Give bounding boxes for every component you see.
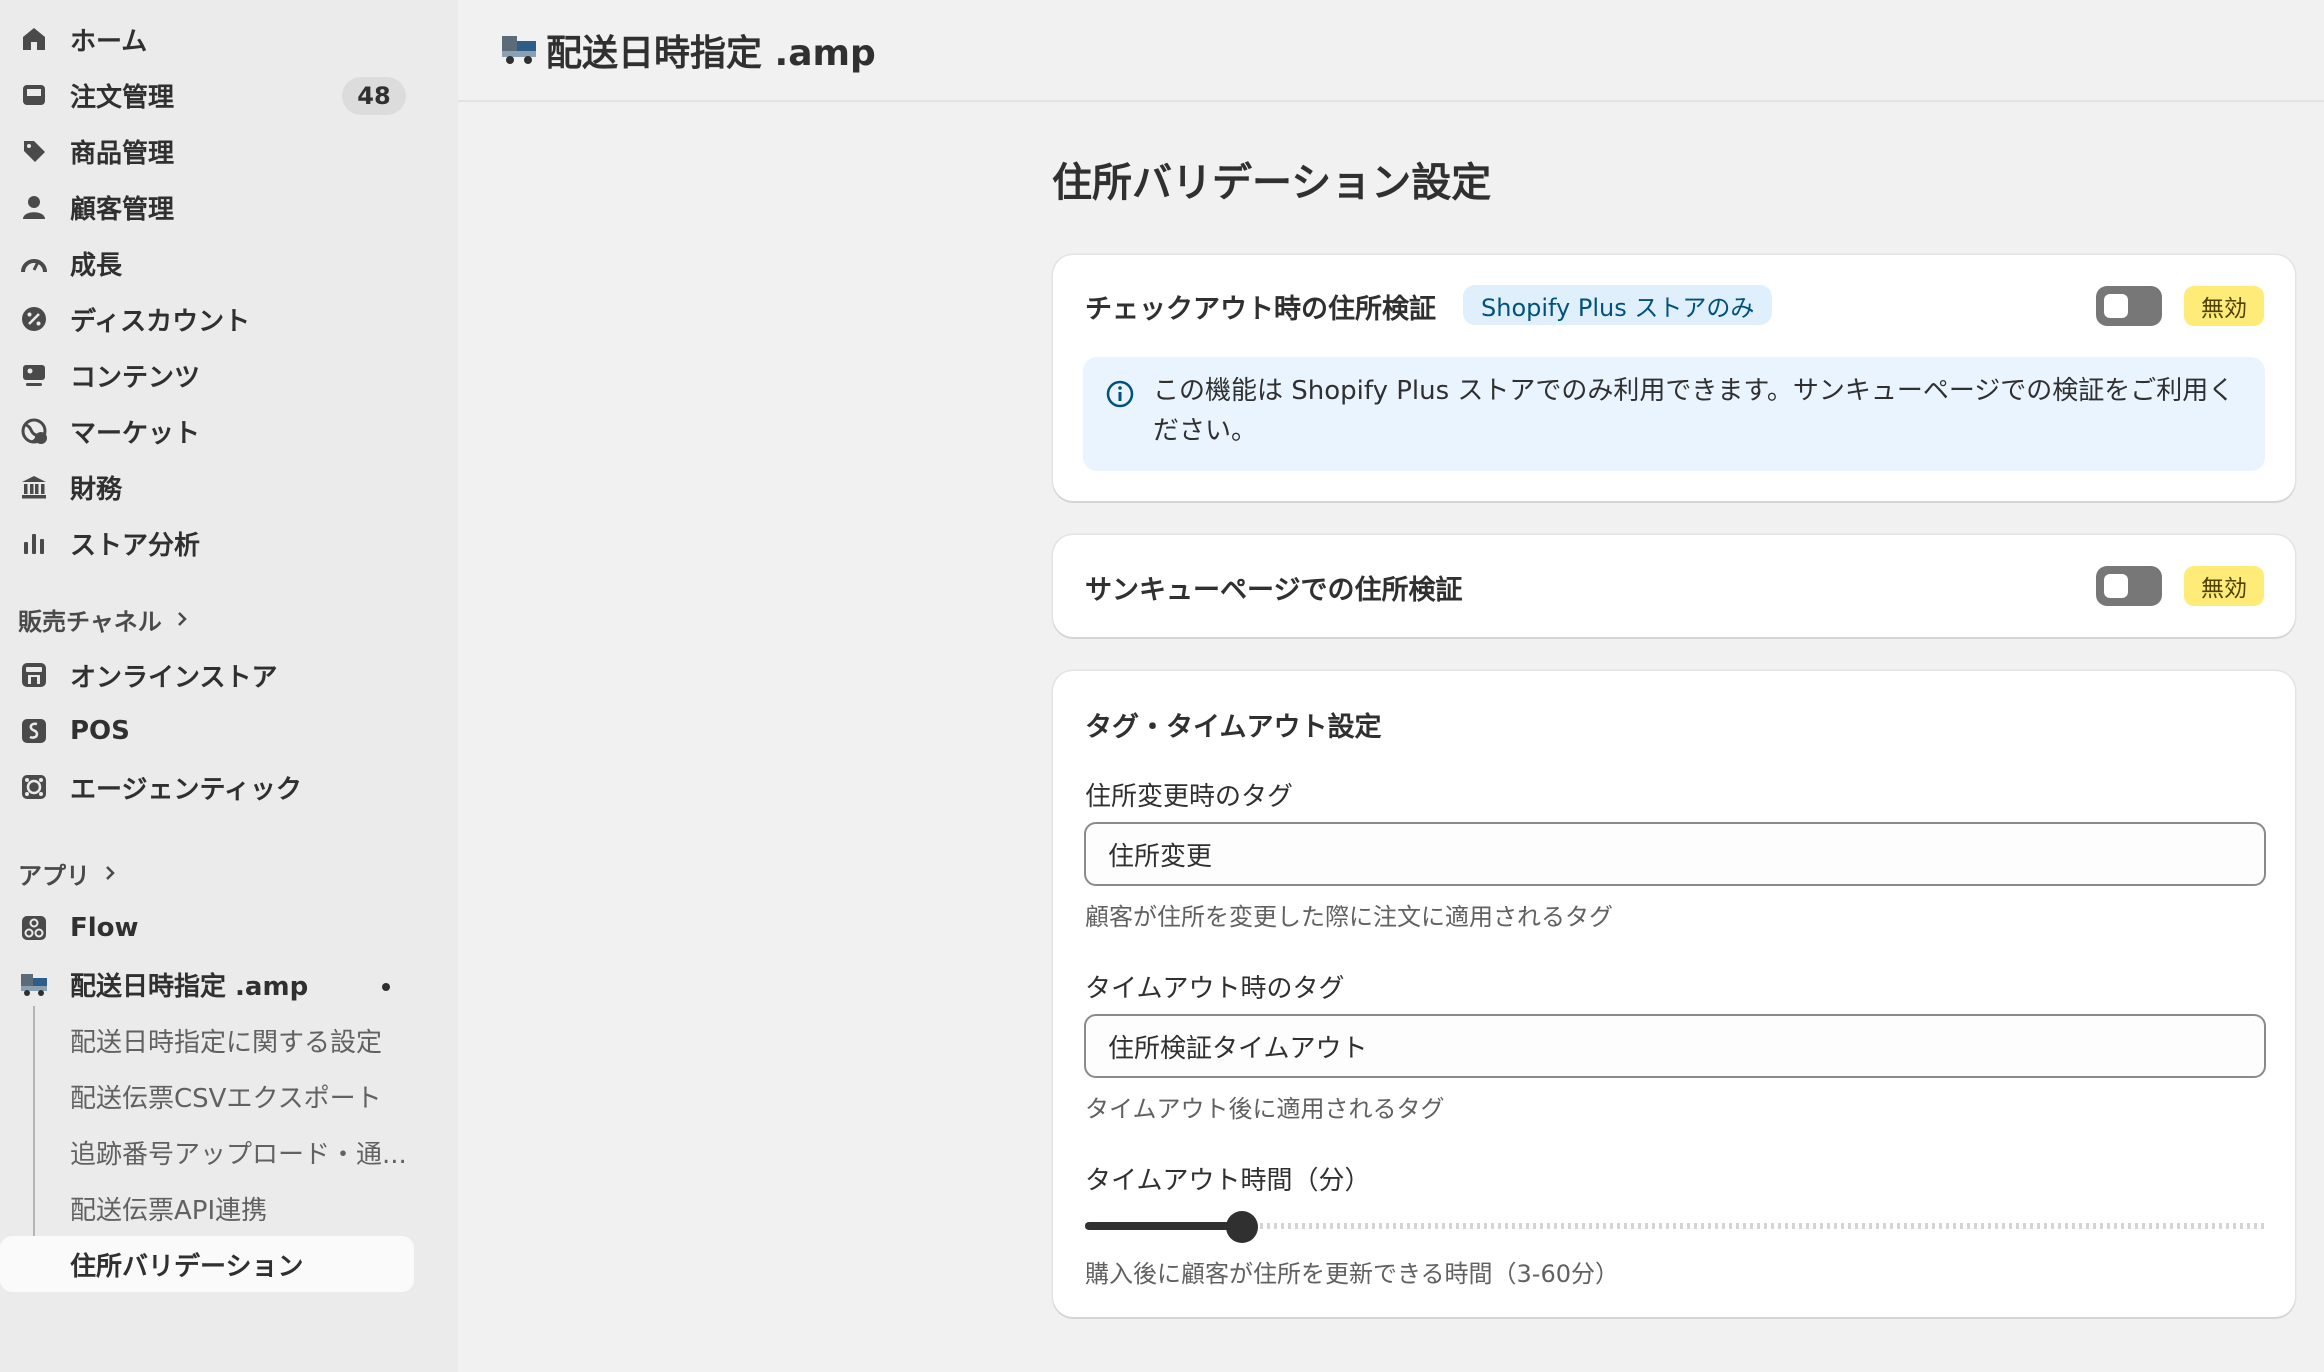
nav-item-flow[interactable]: Flow: [0, 901, 414, 955]
info-banner: この機能は Shopify Plus ストアでのみ利用できます。サンキューページ…: [1083, 357, 2265, 471]
inbox-icon: [18, 79, 50, 111]
nav-label: 成長: [70, 250, 123, 281]
pos-icon: [18, 715, 50, 747]
nav-item-products[interactable]: 商品管理: [0, 124, 414, 178]
content-icon: [18, 359, 50, 391]
nav-item-discounts[interactable]: ディスカウント: [0, 292, 414, 346]
subnav-csv-export[interactable]: 配送伝票CSVエクスポート: [70, 1078, 382, 1115]
subnav-address-validation[interactable]: 住所バリデーション: [70, 1246, 303, 1283]
nav-item-agentic[interactable]: エージェンティック: [0, 760, 414, 814]
sales-channels-heading[interactable]: 販売チャネル: [18, 602, 188, 637]
apps-label: アプリ: [18, 862, 90, 890]
thankyou-validation-card: サンキューページでの住所検証 無効: [1053, 535, 2295, 637]
thankyou-validation-toggle[interactable]: [2096, 566, 2162, 606]
timeout-tag-help: タイムアウト後に適用されるタグ: [1085, 1095, 1445, 1123]
nav-item-delivery-app[interactable]: 配送日時指定 .amp: [0, 957, 414, 1011]
sidebar: ホーム 注文管理 48 商品管理 顧客管理 成長 ディスカウント コンテンツ マ…: [0, 0, 458, 1372]
nav-label: コンテンツ: [70, 362, 201, 393]
delivery-app-icon: [18, 968, 50, 1000]
flow-icon: [18, 912, 50, 944]
timeout-slider-track[interactable]: [1085, 1223, 2265, 1229]
toggle-knob: [2104, 294, 2128, 318]
nav-label: マーケット: [70, 418, 201, 449]
banner-text: この機能は Shopify Plus ストアでのみ利用できます。サンキューページ…: [1153, 376, 2235, 446]
bank-icon: [18, 471, 50, 503]
subnav-api-integration[interactable]: 配送伝票API連携: [70, 1190, 267, 1227]
timeout-minutes-help: 購入後に顧客が住所を更新できる時間（3-60分）: [1085, 1260, 1619, 1288]
checkout-validation-toggle[interactable]: [2096, 286, 2162, 326]
app-header: 配送日時指定 .amp: [458, 0, 2324, 102]
card-title: タグ・タイムアウト設定: [1085, 712, 1382, 743]
nav-item-content[interactable]: コンテンツ: [0, 348, 414, 402]
orders-count-badge: 48: [342, 77, 406, 115]
delivery-app-icon: [500, 32, 538, 66]
nav-item-finance[interactable]: 財務: [0, 460, 414, 514]
nav-item-home[interactable]: ホーム: [0, 12, 414, 66]
card-title: サンキューページでの住所検証: [1085, 575, 1463, 606]
timeout-minutes-label: タイムアウト時間（分）: [1085, 1166, 1371, 1196]
unread-dot: [382, 983, 390, 991]
nav-label: POS: [70, 716, 130, 746]
apps-heading[interactable]: アプリ: [18, 856, 116, 891]
nav-item-pos[interactable]: POS: [0, 704, 414, 758]
nav-label: 商品管理: [70, 138, 175, 169]
nav-label: 財務: [70, 474, 123, 505]
home-icon: [18, 23, 50, 55]
nav-item-orders[interactable]: 注文管理 48: [0, 68, 414, 122]
nav-label: 配送日時指定 .amp: [70, 971, 309, 1002]
timeout-slider-thumb[interactable]: [1226, 1211, 1258, 1243]
tag-icon: [18, 135, 50, 167]
status-badge: 無効: [2184, 286, 2264, 326]
status-badge: 無効: [2184, 566, 2264, 606]
timeout-slider-fill: [1085, 1222, 1241, 1230]
address-change-tag-label: 住所変更時のタグ: [1085, 782, 1294, 812]
nav-item-analytics[interactable]: ストア分析: [0, 516, 414, 570]
subnav-delivery-settings[interactable]: 配送日時指定に関する設定: [70, 1022, 382, 1059]
chevron-right-icon: [176, 606, 188, 634]
app-title: 配送日時指定 .amp: [546, 33, 876, 74]
tree-line: [33, 1006, 35, 1264]
subnav-tracking-upload[interactable]: 追跡番号アップロード・通...: [70, 1134, 407, 1171]
bar-chart-icon: [18, 527, 50, 559]
person-icon: [18, 191, 50, 223]
nav-label: Flow: [70, 913, 139, 943]
tags-timeout-card: タグ・タイムアウト設定 住所変更時のタグ 顧客が住所を変更した際に注文に適用され…: [1053, 671, 2295, 1317]
nav-label: 注文管理: [70, 82, 175, 113]
page-title: 住所バリデーション設定: [1052, 160, 1492, 206]
address-change-tag-input[interactable]: [1084, 822, 2266, 886]
timeout-tag-label: タイムアウト時のタグ: [1085, 974, 1345, 1004]
store-icon: [18, 659, 50, 691]
chevron-right-icon: [104, 860, 116, 888]
discount-icon: [18, 303, 50, 335]
card-title: チェックアウト時の住所検証: [1085, 294, 1436, 325]
nav-label: 顧客管理: [70, 194, 175, 225]
address-change-tag-help: 顧客が住所を変更した際に注文に適用されるタグ: [1085, 903, 1613, 931]
plus-only-badge: Shopify Plus ストアのみ: [1463, 285, 1773, 325]
sales-channels-label: 販売チャネル: [18, 608, 162, 636]
toggle-knob: [2104, 574, 2128, 598]
nav-label: ストア分析: [70, 530, 201, 561]
gauge-icon: [18, 247, 50, 279]
nav-label: エージェンティック: [70, 774, 302, 805]
globe-icon: [18, 415, 50, 447]
nav-item-growth[interactable]: 成長: [0, 236, 414, 290]
nav-label: ホーム: [70, 26, 148, 57]
checkout-validation-card: チェックアウト時の住所検証 Shopify Plus ストアのみ 無効 この機能…: [1053, 255, 2295, 501]
nav-label: オンラインストア: [70, 662, 278, 693]
timeout-tag-input[interactable]: [1084, 1014, 2266, 1078]
nav-item-online-store[interactable]: オンラインストア: [0, 648, 414, 702]
nav-item-markets[interactable]: マーケット: [0, 404, 414, 458]
nav-label: ディスカウント: [70, 306, 251, 337]
nav-item-customers[interactable]: 顧客管理: [0, 180, 414, 234]
agentic-icon: [18, 771, 50, 803]
info-icon: [1105, 379, 1135, 409]
